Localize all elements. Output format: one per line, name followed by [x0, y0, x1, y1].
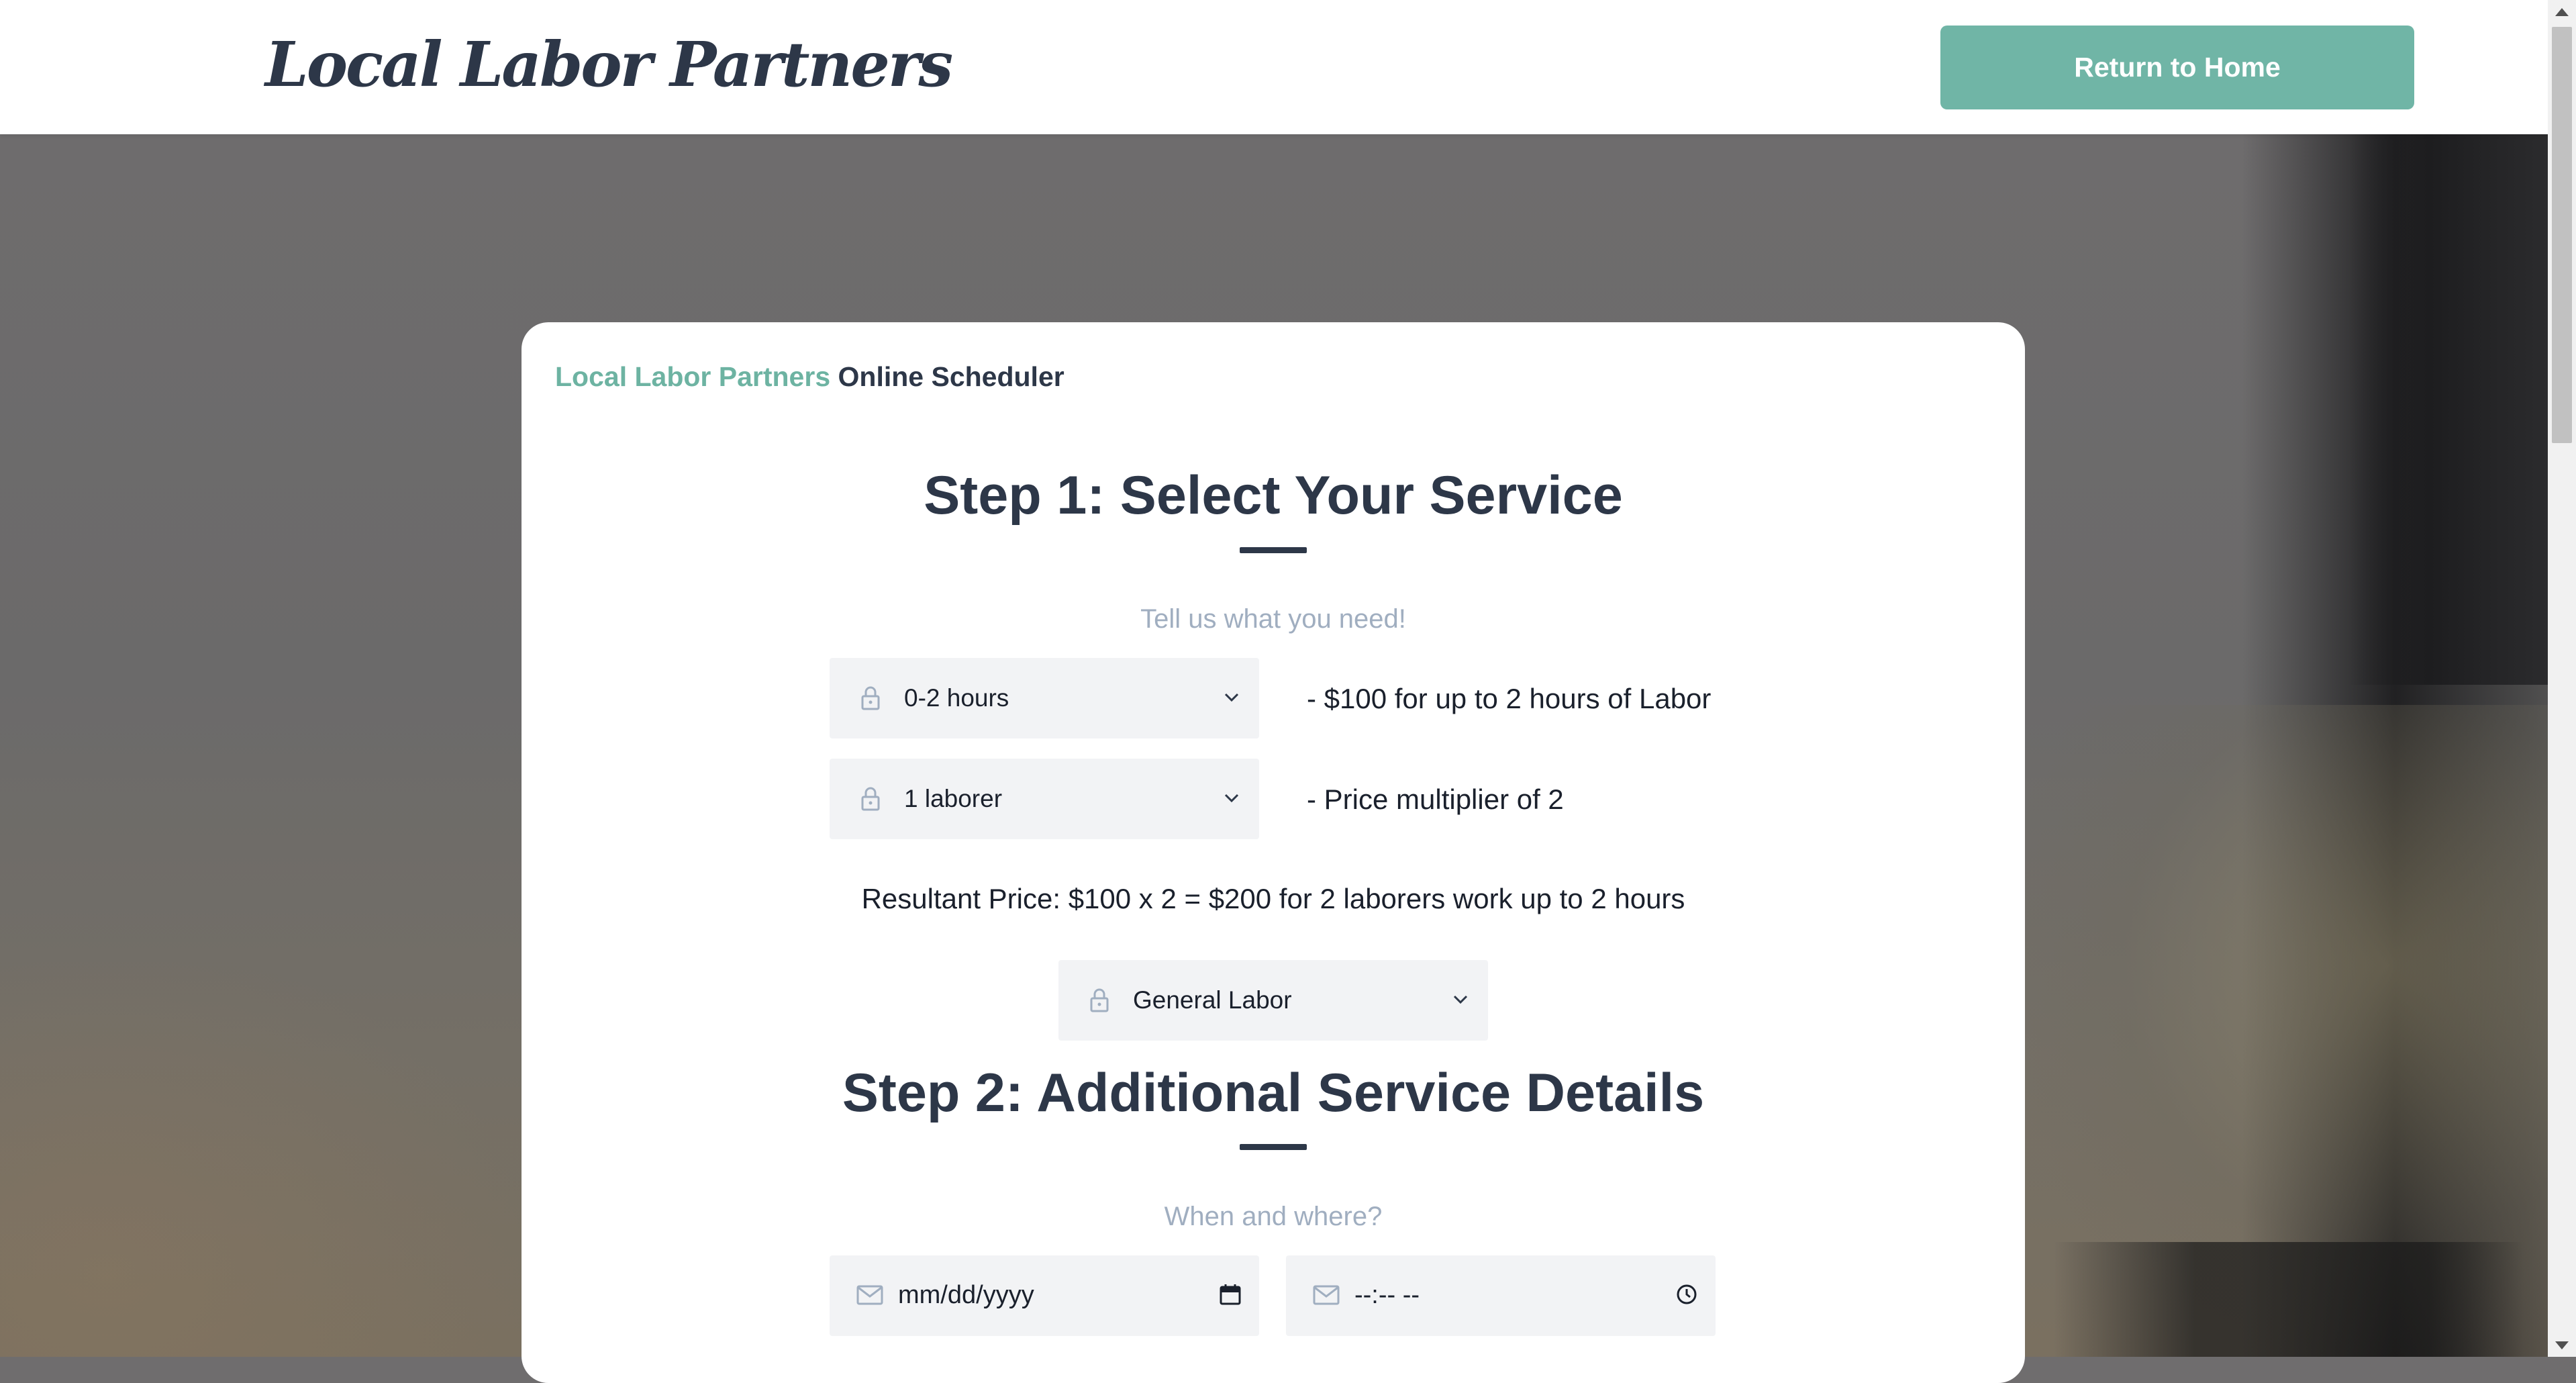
step2-subtitle: When and where?: [1164, 1202, 1383, 1231]
lock-icon: [861, 686, 880, 710]
laborer-multiplier-desc: - Price multiplier of 2: [1307, 783, 1564, 815]
scheduler-heading: Local Labor Partners Online Scheduler: [555, 361, 1064, 393]
laborer-select-value: 1 laborer: [904, 785, 1003, 812]
lock-icon: [1090, 988, 1109, 1012]
hours-select[interactable]: 0-2 hours: [830, 658, 1259, 738]
background-shadow: [2349, 134, 2548, 685]
site-header: Local Labor Partners Return to Home: [0, 0, 2548, 134]
time-input[interactable]: --:-- --: [1286, 1255, 1716, 1336]
step2-title: Step 2: Additional Service Details: [842, 1063, 1705, 1123]
scroll-down-arrow-icon[interactable]: [2555, 1341, 2569, 1349]
resultant-price: Resultant Price: $100 x 2 = $200 for 2 l…: [861, 883, 1685, 914]
step1-title: Step 1: Select Your Service: [924, 465, 1623, 526]
lock-icon: [861, 787, 880, 811]
scheduler-card: Local Labor Partners Online Scheduler St…: [522, 322, 2025, 1383]
laborer-select[interactable]: 1 laborer: [830, 759, 1259, 839]
page-scrollbar[interactable]: [2548, 0, 2576, 1357]
calendar-icon[interactable]: [1219, 1283, 1242, 1306]
return-home-button[interactable]: Return to Home: [1940, 26, 2414, 109]
date-placeholder: mm/dd/yyyy: [898, 1281, 1034, 1309]
step1-divider: [1240, 547, 1307, 553]
chevron-down-icon: [1224, 794, 1239, 803]
background-warm: [0, 940, 537, 1357]
scrollbar-thumb[interactable]: [2552, 27, 2572, 443]
clock-icon[interactable]: [1675, 1283, 1698, 1306]
brand-name: Local Labor Partners: [555, 361, 831, 392]
service-type-select[interactable]: General Labor: [1058, 960, 1488, 1041]
site-logo[interactable]: Local Labor Partners: [265, 28, 953, 101]
chevron-down-icon: [1224, 693, 1239, 702]
scroll-up-arrow-icon[interactable]: [2555, 8, 2569, 16]
step1-subtitle: Tell us what you need!: [1140, 604, 1406, 634]
scheduler-label: Online Scheduler: [830, 361, 1064, 392]
date-input[interactable]: mm/dd/yyyy: [830, 1255, 1259, 1336]
step2-divider: [1240, 1144, 1307, 1150]
mail-icon: [1313, 1285, 1340, 1305]
time-placeholder: --:-- --: [1354, 1281, 1420, 1309]
hours-select-value: 0-2 hours: [904, 684, 1009, 712]
background-dark-band: [2054, 1242, 2524, 1357]
chevron-down-icon: [1453, 995, 1468, 1004]
mail-icon: [856, 1285, 883, 1305]
hours-price-desc: - $100 for up to 2 hours of Labor: [1307, 683, 1712, 714]
service-type-value: General Labor: [1133, 986, 1292, 1014]
